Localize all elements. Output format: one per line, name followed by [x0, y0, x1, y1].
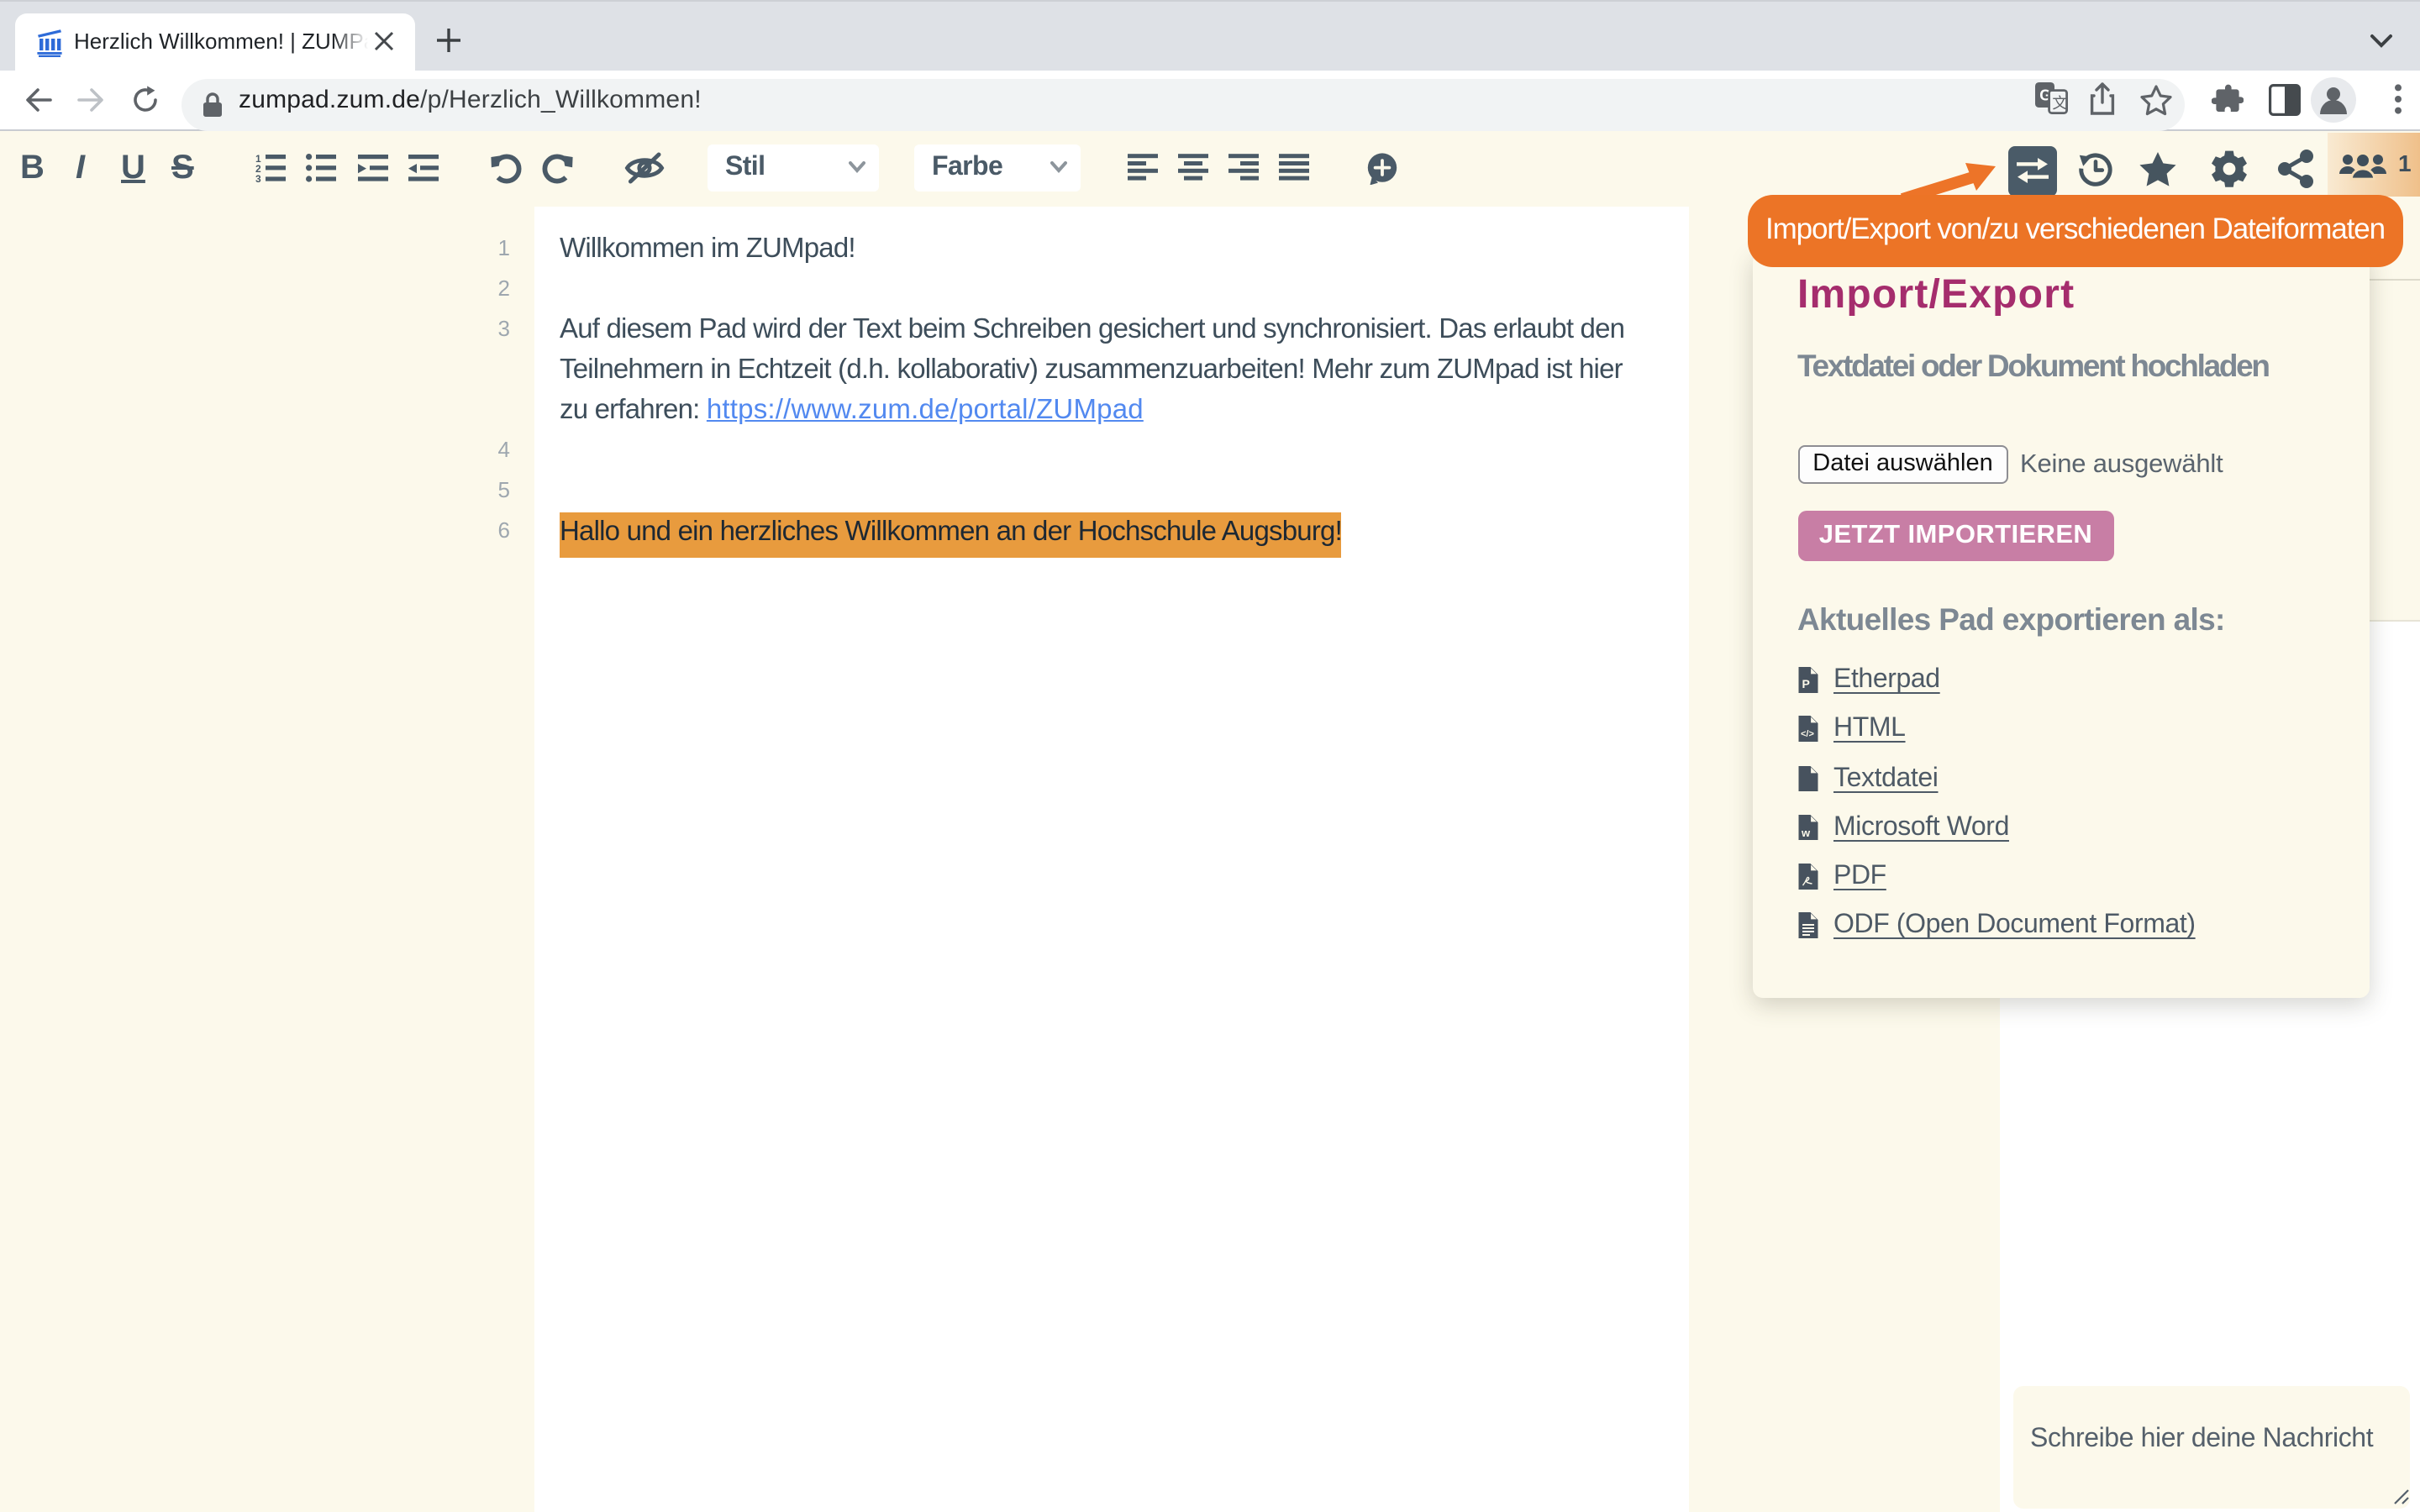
svg-text:</>: </> — [1801, 729, 1814, 739]
svg-text:w: w — [1801, 826, 1811, 838]
svg-text:P: P — [1802, 677, 1810, 690]
svg-text:文: 文 — [2052, 95, 2067, 112]
svg-text:3: 3 — [255, 173, 261, 183]
